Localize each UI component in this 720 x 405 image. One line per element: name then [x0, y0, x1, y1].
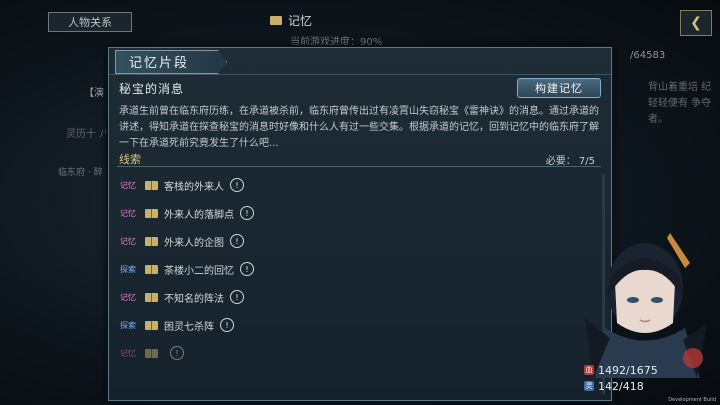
hp-row: 血 1492/1675 [584, 362, 704, 378]
alert-icon[interactable]: ! [230, 234, 244, 248]
dialog-header: 记忆片段 [109, 48, 611, 75]
clue-text: 不知名的阵法 [164, 293, 224, 305]
clue-tag: 记忆 [120, 208, 136, 218]
clue-item[interactable]: 记忆 不知名的阵法 ! [117, 286, 244, 308]
clue-item[interactable]: 记忆 ! [117, 342, 184, 364]
book-icon [145, 180, 158, 190]
alert-icon[interactable]: ! [240, 262, 254, 276]
clue-tag: 记忆 [120, 348, 136, 358]
clue-text: 茶楼小二的回忆 [164, 265, 234, 277]
mp-row: 灵 142/418 [584, 378, 704, 394]
screen-title-text: 记忆 [288, 14, 313, 28]
background-left-location: 临东府 · 醉 [58, 168, 103, 178]
build-memory-button[interactable]: 构建记忆 [517, 78, 601, 98]
clue-tag: 记忆 [120, 292, 136, 302]
background-left-tag: 【演 [84, 88, 104, 99]
mp-icon: 灵 [584, 381, 594, 391]
background-right-text: 背山着重培 纪轻轻便有 争夺者。 [648, 82, 712, 125]
book-icon [145, 236, 158, 246]
clue-item[interactable]: 记忆 客栈的外来人 ! [117, 174, 244, 196]
hp-value: 1492/1675 [598, 363, 658, 377]
alert-icon[interactable]: ! [170, 346, 184, 360]
alert-icon[interactable]: ! [220, 318, 234, 332]
back-arrow-icon: ❮ [690, 15, 702, 31]
clue-text: 外来人的落脚点 [164, 209, 234, 221]
clue-tag: 探索 [120, 320, 136, 330]
back-button[interactable]: ❮ [680, 10, 712, 36]
clue-list: 记忆 客栈的外来人 ! 记忆 外来人的落脚点 ! 记忆 外来人的企图 ! 探索 … [117, 174, 317, 400]
book-icon [270, 16, 282, 25]
clue-item[interactable]: 记忆 外来人的企图 ! [117, 230, 244, 252]
character-stats: 血 1492/1675 灵 142/418 [584, 362, 704, 394]
clue-item[interactable]: 探索 困灵七杀阵 ! [117, 314, 234, 336]
mp-value: 142/418 [598, 379, 644, 393]
character-portrait [585, 233, 707, 378]
memory-fragment-dialog: 记忆片段 秘宝的消息 构建记忆 承道生前曾在临东府历练，在承道被杀前，临东府曾传… [108, 47, 612, 401]
hp-icon: 血 [584, 365, 594, 375]
clue-tag: 记忆 [120, 236, 136, 246]
clues-label: 线索 [119, 153, 141, 166]
book-icon [145, 292, 158, 302]
clue-item[interactable]: 记忆 外来人的落脚点 ! [117, 202, 254, 224]
book-icon [145, 264, 158, 274]
clue-text: 困灵七杀阵 [164, 321, 214, 333]
book-icon [145, 320, 158, 330]
quest-name: 秘宝的消息 [119, 82, 185, 96]
clues-divider [117, 166, 601, 167]
screen-title: 记忆 [270, 12, 312, 29]
dialog-title: 记忆片段 [129, 56, 190, 71]
alert-icon[interactable]: ! [240, 206, 254, 220]
clue-item[interactable]: 探索 茶楼小二的回忆 ! [117, 258, 254, 280]
alert-icon[interactable]: ! [230, 290, 244, 304]
clue-text: 外来人的企图 [164, 237, 224, 249]
quest-description: 承道生前曾在临东府历练，在承道被杀前，临东府曾传出过有凌霄山失窃秘宝《雷神诀》的… [119, 106, 599, 149]
alert-icon[interactable]: ! [230, 178, 244, 192]
book-icon [145, 348, 158, 358]
development-build-label: Development Build [668, 397, 716, 403]
screen-subtitle: 当前游戏进度：90% [290, 37, 383, 48]
background-count: /64583 [630, 50, 666, 61]
clue-text: 客栈的外来人 [164, 181, 224, 193]
clue-tag: 探索 [120, 264, 136, 274]
book-icon [145, 208, 158, 218]
clues-required-count: 必要： 7/5 [545, 156, 595, 167]
clue-tag: 记忆 [120, 180, 136, 190]
tab-character-relations[interactable]: 人物关系 [48, 12, 132, 32]
